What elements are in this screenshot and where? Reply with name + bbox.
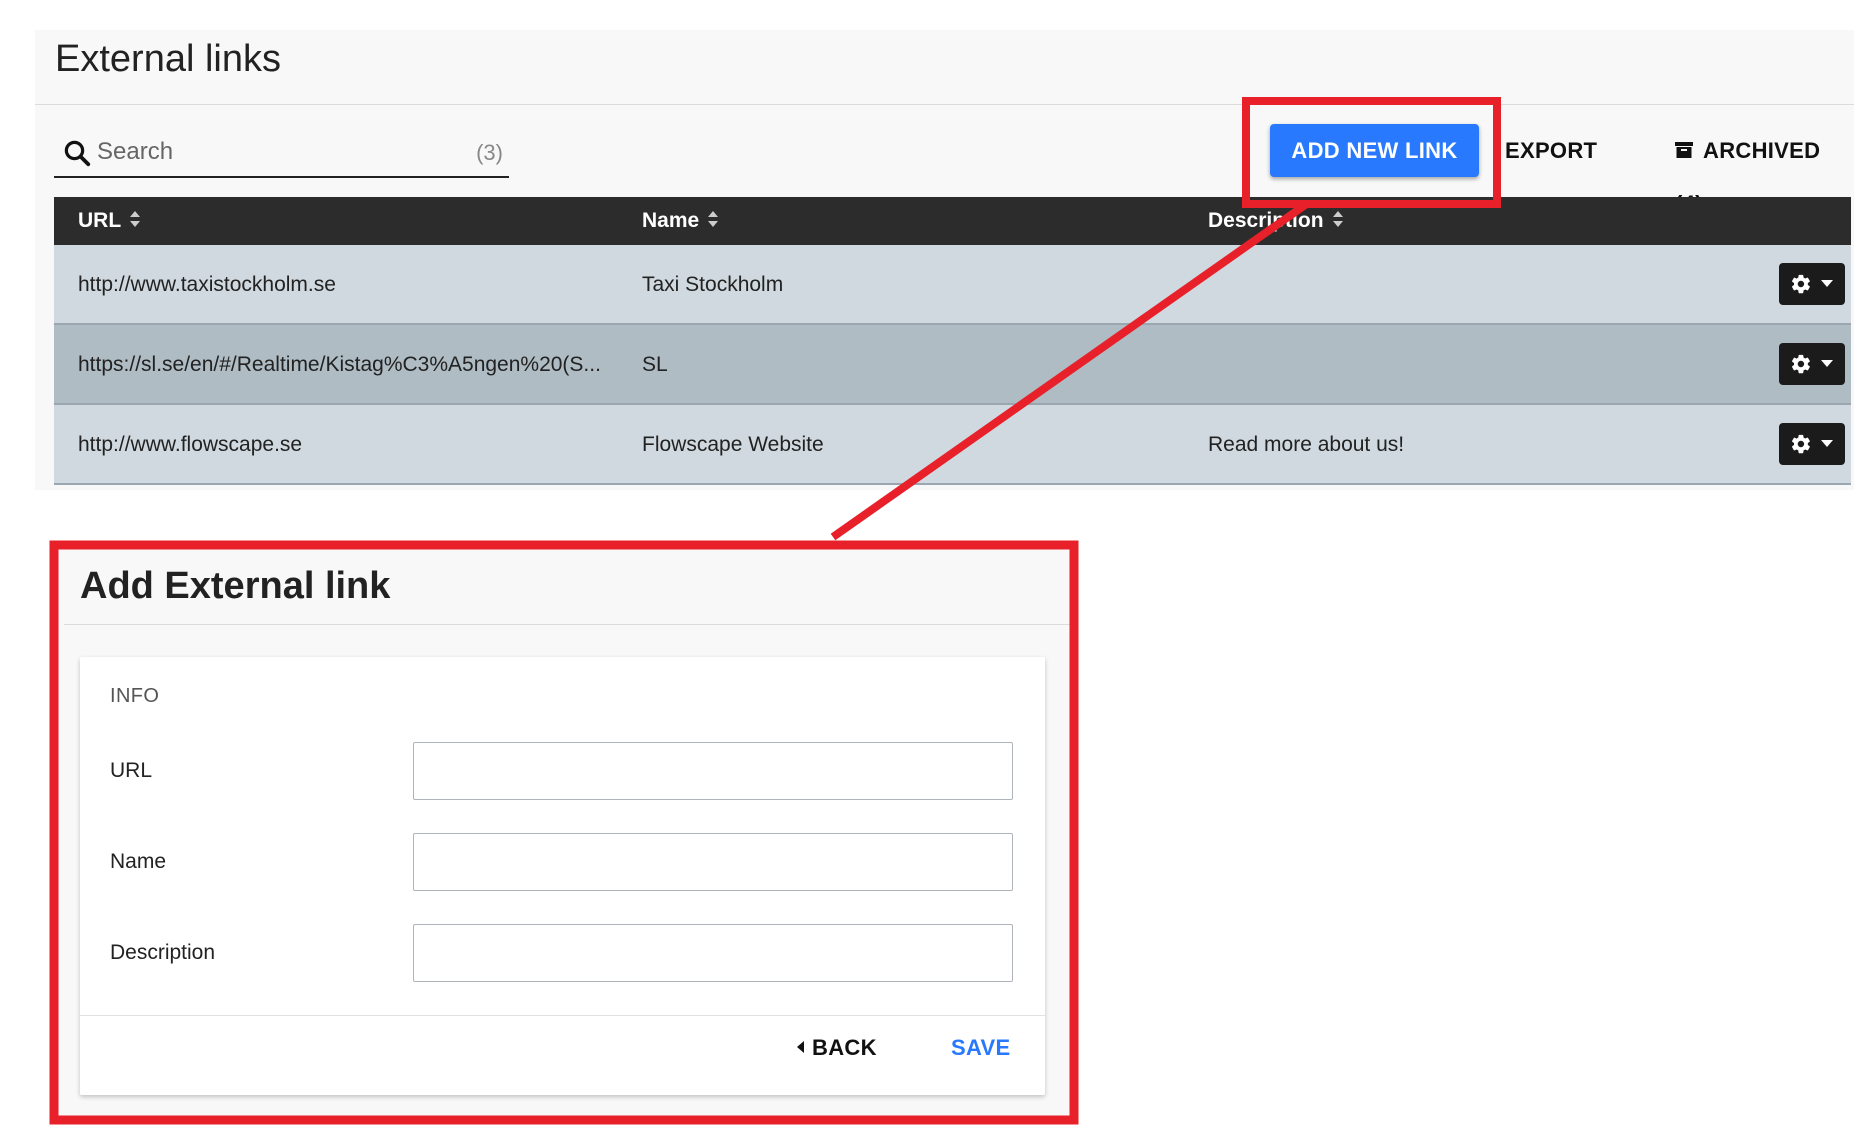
sort-icon: [708, 211, 719, 228]
row-actions-button[interactable]: [1779, 343, 1845, 385]
column-header-description[interactable]: Description: [1208, 197, 1344, 245]
table-row[interactable]: http://www.taxistockholm.se Taxi Stockho…: [54, 245, 1851, 325]
sort-icon: [130, 211, 141, 228]
links-table: URL Name Description http://www.taxistoc…: [54, 197, 1851, 485]
gear-icon: [1791, 434, 1810, 454]
row-actions-button[interactable]: [1779, 423, 1845, 465]
title-divider: [35, 104, 1854, 105]
search-placeholder[interactable]: Search: [97, 138, 173, 166]
add-new-link-button[interactable]: ADD NEW LINK: [1270, 124, 1479, 177]
url-label: URL: [110, 759, 153, 782]
column-header-name[interactable]: Name: [642, 197, 719, 245]
caret-down-icon: [1821, 280, 1833, 287]
table-header: URL Name Description: [54, 197, 1851, 245]
archive-box-icon: [1675, 142, 1693, 159]
gear-icon: [1791, 274, 1810, 294]
form-card: INFO URL Name Description BACK SAVE: [80, 657, 1045, 1095]
cell-url: http://www.taxistockholm.se: [78, 273, 336, 296]
sort-icon: [1332, 211, 1343, 228]
result-count: (3): [476, 140, 503, 165]
column-header-url[interactable]: URL: [78, 197, 141, 245]
export-button[interactable]: EXPORT: [1505, 124, 1597, 177]
form-actions-divider: [80, 1015, 1045, 1016]
save-button[interactable]: SAVE: [951, 1035, 1010, 1061]
caret-down-icon: [1821, 440, 1833, 447]
cell-description: [1208, 245, 1748, 325]
row-actions-button[interactable]: [1779, 263, 1845, 305]
url-field[interactable]: [413, 742, 1013, 800]
search-icon: [64, 140, 91, 167]
page-title: External links: [55, 38, 281, 80]
search-field[interactable]: Search (3): [54, 128, 509, 178]
table-row[interactable]: https://sl.se/en/#/Realtime/Kistag%C3%A5…: [54, 325, 1851, 405]
cell-name: Flowscape Website: [642, 433, 824, 456]
add-external-link-form: Add External link INFO URL Name Descript…: [54, 545, 1074, 1120]
form-title-divider: [64, 624, 1074, 625]
cell-name: Taxi Stockholm: [642, 273, 784, 296]
back-label: BACK: [812, 1035, 877, 1060]
description-field[interactable]: [413, 924, 1013, 982]
table-row[interactable]: http://www.flowscape.se Flowscape Websit…: [54, 405, 1851, 485]
caret-down-icon: [1821, 360, 1833, 367]
caret-left-icon: [797, 1041, 804, 1054]
cell-url: https://sl.se/en/#/Realtime/Kistag%C3%A5…: [78, 353, 601, 376]
name-field[interactable]: [413, 833, 1013, 891]
cell-description: [1208, 325, 1748, 405]
form-title: Add External link: [80, 565, 391, 607]
cell-url: http://www.flowscape.se: [78, 433, 303, 456]
cell-description: Read more about us!: [1208, 433, 1405, 456]
name-label: Name: [110, 850, 167, 873]
gear-icon: [1791, 354, 1810, 374]
info-section-heading: INFO: [110, 685, 160, 707]
archived-button[interactable]: ARCHIVED (4): [1675, 124, 1854, 216]
back-button[interactable]: BACK: [797, 1035, 877, 1061]
description-label: Description: [110, 941, 216, 964]
cell-name: SL: [642, 353, 668, 376]
